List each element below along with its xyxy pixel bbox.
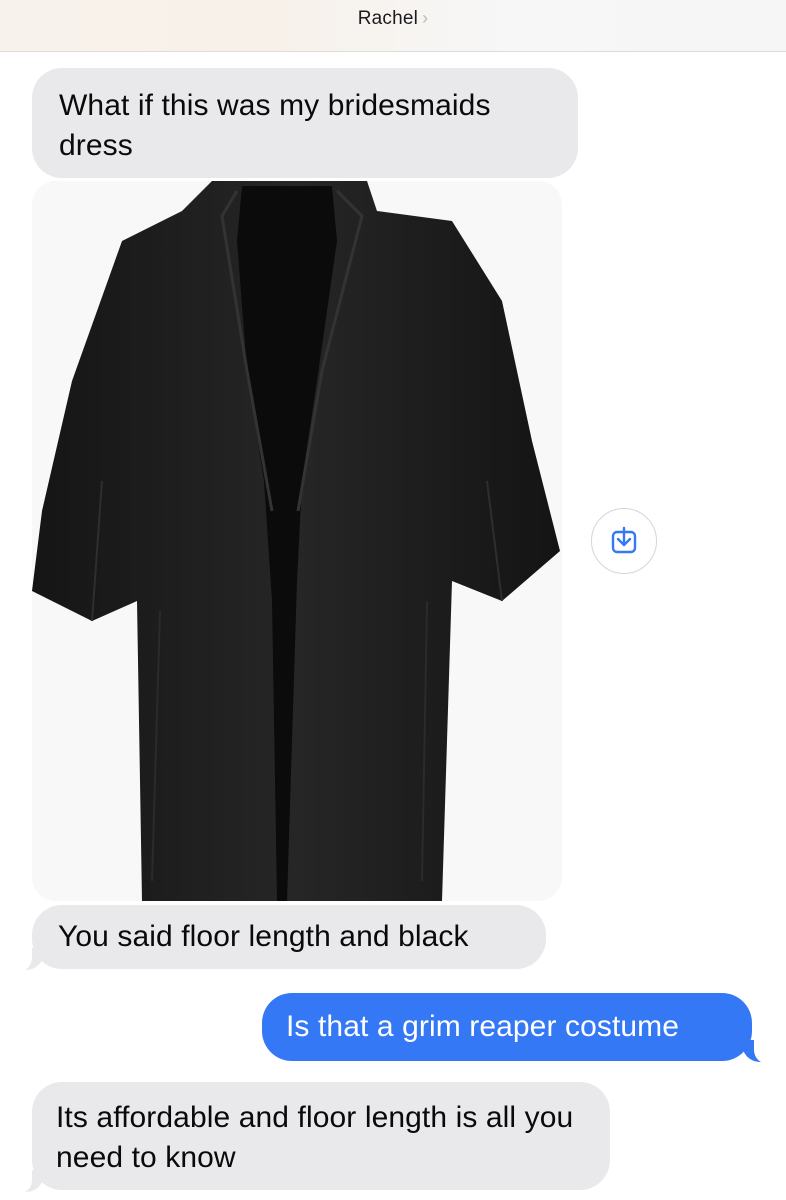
message-text: Its affordable and floor length is all y… — [56, 1101, 574, 1174]
message-image-robe[interactable] — [32, 181, 562, 901]
contact-name: Rachel — [357, 8, 419, 29]
chevron-right-icon: › — [422, 8, 429, 28]
contact-name-button[interactable]: Rachel › — [0, 8, 786, 30]
bubble-tail — [12, 946, 44, 972]
messages-screen: Rachel › What if this was my bridesmaids … — [0, 0, 786, 1200]
conversation-header: Rachel › — [0, 0, 786, 52]
message-bubble-outgoing[interactable]: Is that a grim reaper costume — [262, 993, 752, 1061]
robe-image — [32, 181, 562, 901]
bubble-tail — [12, 1168, 44, 1194]
message-bubble-incoming[interactable]: You said floor length and black — [32, 905, 546, 969]
save-to-device-icon — [611, 526, 637, 554]
bubble-tail — [742, 1038, 774, 1064]
message-text: What if this was my bridesmaids dress — [59, 89, 491, 162]
message-text: You said floor length and black — [58, 920, 469, 953]
save-image-button[interactable] — [591, 508, 657, 574]
message-bubble-incoming[interactable]: Its affordable and floor length is all y… — [32, 1082, 610, 1190]
message-bubble-incoming[interactable]: What if this was my bridesmaids dress — [32, 68, 578, 178]
message-text: Is that a grim reaper costume — [286, 1010, 680, 1043]
